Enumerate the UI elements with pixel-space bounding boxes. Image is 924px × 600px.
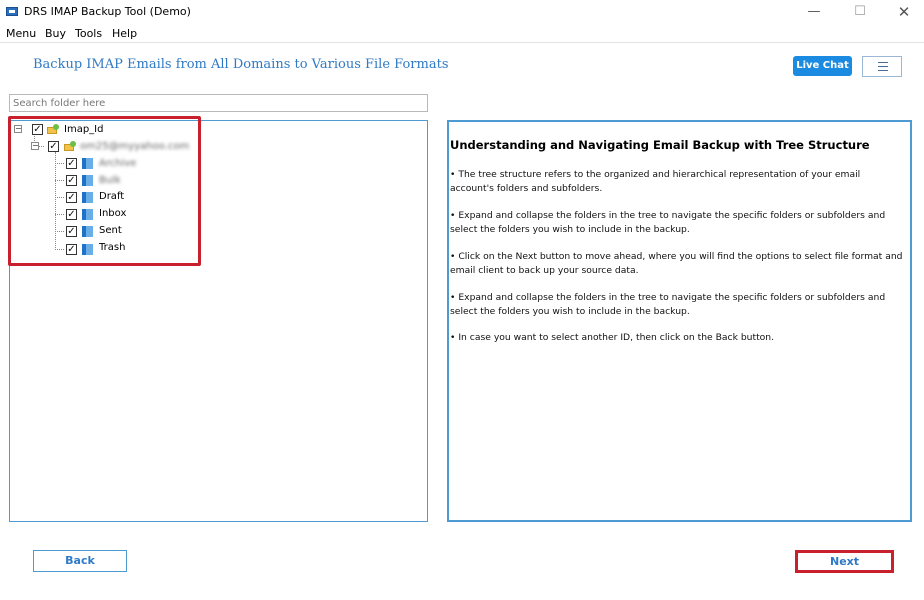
info-paragraph: • The tree structure refers to the organ…	[450, 169, 861, 194]
back-button[interactable]: Back	[33, 550, 127, 572]
menu-item-help[interactable]: Help	[112, 27, 137, 40]
info-title: Understanding and Navigating Email Backu…	[450, 138, 870, 152]
live-chat-button[interactable]: Live Chat	[793, 56, 852, 76]
tree-highlight-box	[8, 116, 201, 266]
hamburger-icon	[878, 62, 888, 63]
title-bar: DRS IMAP Backup Tool (Demo) — ☐ ✕	[0, 0, 924, 24]
app-icon	[6, 7, 18, 16]
menu-divider	[0, 42, 924, 43]
info-paragraph: • In case you want to select another ID,…	[450, 332, 775, 343]
close-button[interactable]: ✕	[886, 2, 922, 22]
info-paragraph: • Click on the Next button to move ahead…	[450, 251, 903, 276]
search-input[interactable]	[9, 94, 428, 112]
info-paragraph: • Expand and collapse the folders in the…	[450, 210, 886, 235]
maximize-button[interactable]: ☐	[842, 2, 878, 22]
info-paragraph: • Expand and collapse the folders in the…	[450, 292, 886, 317]
minimize-button[interactable]: —	[796, 2, 832, 22]
window-title: DRS IMAP Backup Tool (Demo)	[24, 5, 191, 18]
menu-bar: Menu Buy Tools Help	[0, 24, 924, 42]
hamburger-menu-button[interactable]	[862, 56, 902, 77]
menu-item-buy[interactable]: Buy	[45, 27, 66, 40]
menu-item-menu[interactable]: Menu	[6, 27, 36, 40]
next-button[interactable]: Next	[795, 550, 894, 573]
menu-item-tools[interactable]: Tools	[75, 27, 102, 40]
page-title: Backup IMAP Emails from All Domains to V…	[33, 57, 449, 72]
